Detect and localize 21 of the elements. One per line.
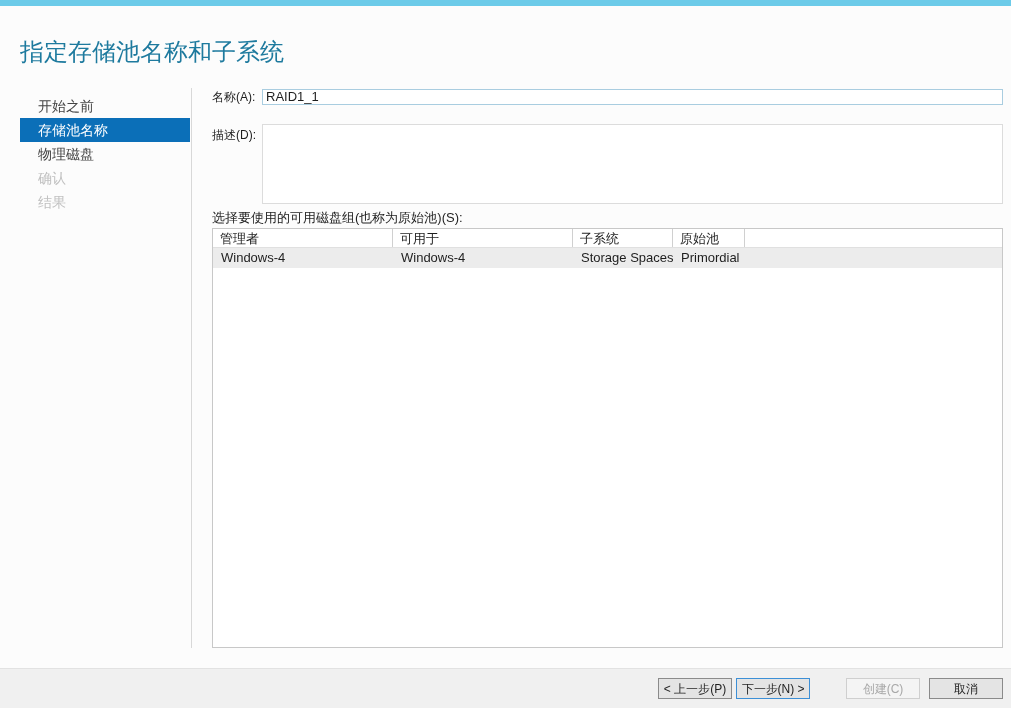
name-field[interactable]: RAID1_1 bbox=[262, 89, 1003, 105]
table-cell-text: Windows-4 bbox=[400, 249, 467, 267]
page-heading: 指定存储池名称和子系统 bbox=[19, 37, 285, 67]
name-label: 名称(A): bbox=[212, 89, 257, 106]
wizard-button[interactable]: 取消 bbox=[929, 678, 1003, 699]
column-header[interactable]: 原始池 bbox=[673, 229, 745, 247]
wizard-step[interactable]: 物理磁盘 bbox=[20, 142, 190, 166]
wizard-button[interactable]: < 上一步(P) bbox=[658, 678, 732, 699]
table-cell-text: Windows-4 bbox=[220, 249, 287, 267]
table-row[interactable]: Windows-4 Windows-4 Storage Spaces Primordial bbox=[213, 248, 1002, 268]
table-cell-text: Primordial bbox=[680, 249, 741, 267]
column-header[interactable]: 可用于 bbox=[393, 229, 573, 247]
wizard-step[interactable]: 存储池名称 bbox=[20, 118, 190, 142]
description-field[interactable] bbox=[262, 124, 1003, 204]
table-label: 选择要使用的可用磁盘组(也称为原始池)(S): bbox=[212, 209, 464, 227]
wizard-step[interactable]: 开始之前 bbox=[20, 94, 190, 118]
table-cell-text: Storage Spaces bbox=[580, 249, 673, 267]
column-header[interactable]: 管理者 bbox=[213, 229, 393, 247]
column-header[interactable]: 子系统 bbox=[573, 229, 673, 247]
wizard-button[interactable]: 下一步(N) > bbox=[736, 678, 810, 699]
description-label: 描述(D): bbox=[212, 127, 257, 144]
